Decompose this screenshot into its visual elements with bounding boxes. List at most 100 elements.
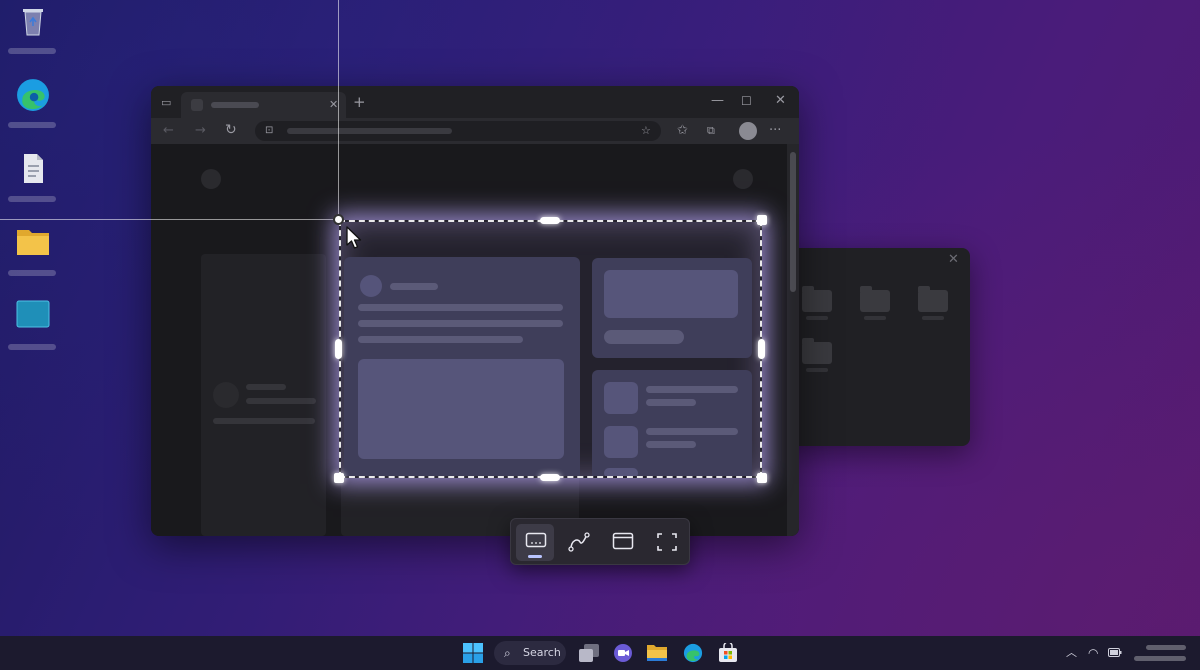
folder-label	[864, 316, 886, 320]
resize-handle-top[interactable]	[540, 217, 560, 224]
resize-handle-top-right[interactable]	[757, 215, 767, 225]
document-label	[8, 196, 56, 202]
placeholder-text	[390, 283, 438, 290]
placeholder-text	[358, 304, 563, 311]
back-icon[interactable]: ←	[163, 124, 174, 138]
tab-favicon-icon	[191, 99, 203, 111]
snipping-toolbar	[510, 518, 690, 565]
snip-selection-region[interactable]	[339, 220, 762, 478]
more-options-icon[interactable]: ···	[769, 124, 781, 138]
task-view-icon[interactable]	[578, 643, 600, 663]
clock-time[interactable]	[1146, 645, 1186, 650]
start-icon[interactable]	[462, 643, 484, 663]
forward-icon[interactable]: →	[195, 124, 206, 138]
resize-handle-right[interactable]	[758, 339, 765, 359]
close-icon[interactable]: ✕	[775, 94, 786, 108]
maximize-icon[interactable]: ☐	[741, 94, 752, 108]
taskbar-search[interactable]: ⌕ Search	[494, 641, 566, 665]
folder-shortcut[interactable]	[8, 226, 58, 282]
list-thumbnail	[604, 382, 638, 414]
address-bar[interactable]: ⊡ ☆	[255, 121, 661, 141]
edge-icon[interactable]	[682, 643, 704, 663]
recycle-bin-icon	[23, 9, 43, 36]
folder-icon[interactable]	[918, 286, 948, 312]
image-icon	[16, 300, 50, 328]
resize-handle-bottom[interactable]	[540, 474, 560, 481]
profile-avatar-icon[interactable]	[739, 122, 757, 140]
recycle-bin-label	[8, 48, 56, 54]
refresh-icon[interactable]: ↻	[225, 123, 237, 137]
recycle-bin-shortcut[interactable]	[8, 4, 58, 60]
placeholder-text	[646, 441, 696, 448]
tab-title	[211, 102, 259, 108]
folder-icon[interactable]	[860, 286, 890, 312]
chevron-up-icon[interactable]: ︿	[1066, 645, 1077, 661]
page-button-placeholder	[604, 330, 684, 344]
placeholder-text	[646, 428, 738, 435]
tab-actions-icon[interactable]: ▭	[161, 96, 171, 110]
clock-date[interactable]	[1134, 656, 1186, 661]
resize-handle-bottom-left[interactable]	[334, 473, 344, 483]
page-avatar	[213, 382, 239, 408]
chat-icon[interactable]	[612, 643, 634, 663]
new-tab-icon[interactable]: +	[353, 95, 366, 110]
fullscreen-mode-button[interactable]	[647, 524, 685, 561]
list-thumbnail	[604, 426, 638, 458]
page-avatar	[201, 169, 221, 189]
edge-label	[8, 122, 56, 128]
resize-handle-left[interactable]	[335, 339, 342, 359]
search-icon: ⌕	[504, 646, 511, 660]
crosshair-anchor	[333, 214, 344, 225]
freeform-mode-button[interactable]	[559, 524, 597, 561]
document-shortcut[interactable]	[8, 152, 58, 208]
folder-label	[806, 316, 828, 320]
folder-label	[806, 368, 828, 372]
tab-close-icon[interactable]: ✕	[329, 98, 338, 112]
placeholder-text	[646, 386, 738, 393]
wifi-icon[interactable]: ◠	[1088, 645, 1098, 661]
search-label: Search	[523, 646, 561, 659]
edge-shortcut[interactable]	[8, 78, 58, 134]
browser-tab[interactable]: ✕	[181, 92, 346, 118]
url-text	[287, 128, 452, 134]
mouse-cursor-icon	[346, 226, 362, 249]
lock-icon: ⊡	[265, 125, 274, 136]
folder-icon	[17, 230, 49, 255]
close-icon[interactable]: ✕	[948, 253, 959, 267]
placeholder-text	[646, 399, 696, 406]
folder-label	[8, 270, 56, 276]
store-icon[interactable]	[717, 643, 739, 663]
window-mode-button[interactable]	[603, 524, 641, 561]
placeholder-text	[213, 418, 315, 424]
title-bar: ▭ ✕ + — ☐ ✕	[151, 86, 799, 118]
list-thumbnail	[604, 468, 638, 476]
scrollbar-thumb[interactable]	[790, 152, 796, 292]
collections-icon[interactable]: ⧉	[707, 124, 715, 138]
folder-icon[interactable]	[802, 338, 832, 364]
folder-label	[922, 316, 944, 320]
scrollbar[interactable]	[787, 144, 799, 536]
browser-toolbar: ← → ↻ ⊡ ☆ ✩ ⧉ ···	[151, 118, 799, 144]
page-avatar	[360, 275, 382, 297]
active-mode-indicator	[528, 555, 542, 558]
minimize-icon[interactable]: —	[711, 94, 724, 108]
page-image-placeholder	[604, 270, 738, 318]
rectangle-mode-button[interactable]	[516, 524, 554, 561]
rectangle-mode-icon	[525, 532, 547, 548]
crosshair-horizontal	[0, 219, 340, 220]
placeholder-text	[358, 336, 523, 343]
battery-icon[interactable]	[1108, 648, 1122, 657]
page-image-placeholder	[358, 359, 564, 459]
folder-icon[interactable]	[802, 286, 832, 312]
document-icon	[24, 154, 43, 183]
taskbar: ⌕ Search ︿ ◠	[0, 636, 1200, 670]
freeform-mode-icon	[568, 532, 590, 552]
file-explorer-icon[interactable]	[646, 643, 668, 663]
window-mode-icon	[612, 532, 634, 550]
file-explorer-window[interactable]: ✕	[780, 248, 970, 446]
favorite-star-icon[interactable]: ☆	[641, 124, 651, 138]
resize-handle-bottom-right[interactable]	[757, 473, 767, 483]
image-shortcut[interactable]	[8, 300, 58, 356]
favorites-icon[interactable]: ✩	[677, 124, 688, 138]
placeholder-text	[246, 398, 316, 404]
